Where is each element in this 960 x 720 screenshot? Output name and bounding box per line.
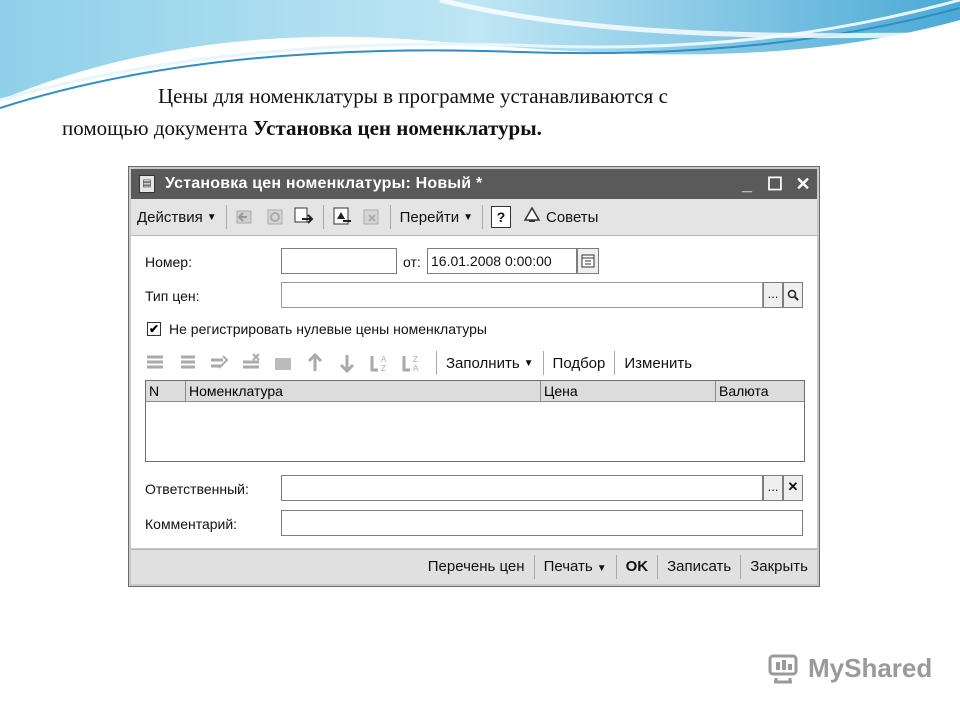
watermark-text: MyShared bbox=[808, 652, 933, 683]
print-menu[interactable]: Печать ▼ bbox=[535, 554, 616, 580]
price-type-field[interactable] bbox=[281, 282, 763, 308]
close-button[interactable]: Закрыть bbox=[741, 554, 817, 580]
close-window-button[interactable]: ✕ bbox=[789, 171, 817, 197]
print-label: Печать bbox=[543, 558, 593, 575]
search-price-type-button[interactable] bbox=[783, 282, 803, 308]
column-header-n[interactable]: N bbox=[146, 381, 186, 401]
main-toolbar: Действия ▼ Перейти ▼ ? Советы bbox=[131, 199, 817, 236]
goto-menu[interactable]: Перейти ▼ bbox=[394, 203, 479, 231]
slide-line-1: Цены для номенклатуры в программе устана… bbox=[158, 84, 668, 108]
tips-label: Советы bbox=[545, 208, 599, 226]
toolbar-separator bbox=[225, 205, 227, 229]
svg-text:A: A bbox=[381, 355, 387, 364]
window-footer: Перечень цен Печать ▼ OK Записать Закрыть bbox=[131, 549, 817, 584]
zero-prices-checkbox[interactable]: ✔ bbox=[147, 322, 161, 336]
ok-button[interactable]: OK bbox=[617, 554, 658, 580]
slide-line-2-prefix: помощью документа bbox=[62, 116, 253, 140]
number-field[interactable] bbox=[281, 248, 397, 274]
refresh-doc-icon[interactable] bbox=[264, 206, 286, 228]
toolbar-separator bbox=[389, 205, 391, 229]
enter-based-on-icon[interactable] bbox=[294, 206, 316, 228]
select-button[interactable]: Подбор bbox=[547, 349, 612, 377]
price-list-button[interactable]: Перечень цен bbox=[419, 554, 534, 580]
minimize-button[interactable]: _ bbox=[733, 171, 761, 197]
toolbar-separator bbox=[542, 351, 544, 375]
watermark: MyShared bbox=[766, 652, 932, 684]
window-title: Установка цен номенклатуры: Новый * bbox=[165, 175, 483, 192]
comment-label: Комментарий: bbox=[145, 516, 238, 532]
date-label: от: bbox=[403, 254, 421, 270]
copy-row-icon[interactable] bbox=[177, 352, 199, 374]
calendar-button[interactable] bbox=[577, 248, 599, 274]
help-label: ? bbox=[490, 206, 511, 228]
toolbar-separator bbox=[481, 205, 483, 229]
chevron-down-icon: ▼ bbox=[596, 563, 607, 574]
column-header-item[interactable]: Номенклатура bbox=[186, 381, 541, 401]
edit-row-icon[interactable] bbox=[209, 352, 231, 374]
actions-menu[interactable]: Действия ▼ bbox=[131, 203, 223, 231]
move-down-icon[interactable] bbox=[337, 352, 359, 374]
slide-line-2-bold: Установка цен номенклатуры. bbox=[252, 116, 542, 140]
column-header-price[interactable]: Цена bbox=[541, 381, 716, 401]
tips-icon bbox=[522, 205, 542, 229]
responsible-label: Ответственный: bbox=[145, 481, 249, 497]
search-icon bbox=[787, 289, 799, 301]
svg-text:Z: Z bbox=[413, 355, 418, 364]
fill-menu[interactable]: Заполнить ▼ bbox=[440, 349, 540, 377]
calendar-icon bbox=[581, 254, 595, 268]
slide-line-2: помощью документа Установка цен номенкла… bbox=[62, 116, 542, 140]
back-arrow-icon[interactable] bbox=[234, 206, 256, 228]
select-responsible-button[interactable]: ... bbox=[763, 475, 783, 501]
clear-responsible-button[interactable]: ✕ bbox=[783, 475, 803, 501]
save-button[interactable]: Записать bbox=[658, 554, 740, 580]
tips-button[interactable]: Советы bbox=[516, 203, 604, 231]
post-document-icon[interactable] bbox=[331, 206, 353, 228]
select-price-type-button[interactable]: ... bbox=[763, 282, 783, 308]
window-titlebar[interactable]: ▤ Установка цен номенклатуры: Новый * _ … bbox=[131, 169, 817, 199]
svg-text:Z: Z bbox=[381, 364, 386, 373]
clear-icon: ✕ bbox=[787, 479, 799, 494]
toolbar-separator bbox=[436, 351, 437, 375]
fill-label: Заполнить bbox=[446, 354, 520, 372]
maximize-button[interactable]: ☐ bbox=[761, 171, 789, 197]
actions-label: Действия bbox=[137, 208, 203, 226]
responsible-field[interactable] bbox=[281, 475, 763, 501]
date-field[interactable]: 16.01.2008 0:00:00 bbox=[427, 248, 577, 274]
svg-text:A: A bbox=[413, 364, 419, 373]
change-button[interactable]: Изменить bbox=[618, 349, 698, 377]
form-body: Номер: от: 16.01.2008 0:00:00 Тип цен: .… bbox=[131, 236, 817, 548]
price-type-label: Тип цен: bbox=[145, 288, 200, 304]
chevron-down-icon: ▼ bbox=[463, 211, 473, 223]
zero-prices-label: Не регистрировать нулевые цены номенклат… bbox=[169, 321, 487, 337]
slide-text: Цены для номенклатуры в программе устана… bbox=[62, 80, 902, 144]
goto-label: Перейти bbox=[399, 208, 460, 226]
comment-field[interactable] bbox=[281, 510, 803, 536]
chevron-down-icon: ▼ bbox=[206, 211, 217, 223]
unpost-document-icon[interactable] bbox=[361, 206, 383, 228]
goods-table[interactable]: N Номенклатура Цена Валюта bbox=[145, 380, 805, 462]
document-icon: ▤ bbox=[139, 175, 155, 193]
myshared-logo-icon bbox=[768, 654, 798, 684]
document-window: ▤ Установка цен номенклатуры: Новый * _ … bbox=[128, 166, 820, 587]
add-row-icon[interactable] bbox=[145, 352, 167, 374]
delete-row-icon[interactable] bbox=[241, 352, 263, 374]
toolbar-separator bbox=[322, 205, 324, 229]
sort-asc-icon[interactable]: AZ bbox=[369, 352, 391, 374]
chevron-down-icon: ▼ bbox=[523, 357, 534, 369]
end-edit-icon[interactable] bbox=[273, 352, 295, 374]
number-label: Номер: bbox=[145, 254, 192, 270]
move-up-icon[interactable] bbox=[305, 352, 327, 374]
table-header: N Номенклатура Цена Валюта bbox=[146, 381, 804, 402]
toolbar-separator bbox=[614, 351, 616, 375]
sort-desc-icon[interactable]: ZA bbox=[401, 352, 423, 374]
help-icon[interactable]: ? bbox=[490, 206, 512, 228]
column-header-currency[interactable]: Валюта bbox=[716, 381, 804, 401]
table-toolbar: AZ ZA Заполнить ▼ Подбор Изменить bbox=[145, 348, 698, 378]
